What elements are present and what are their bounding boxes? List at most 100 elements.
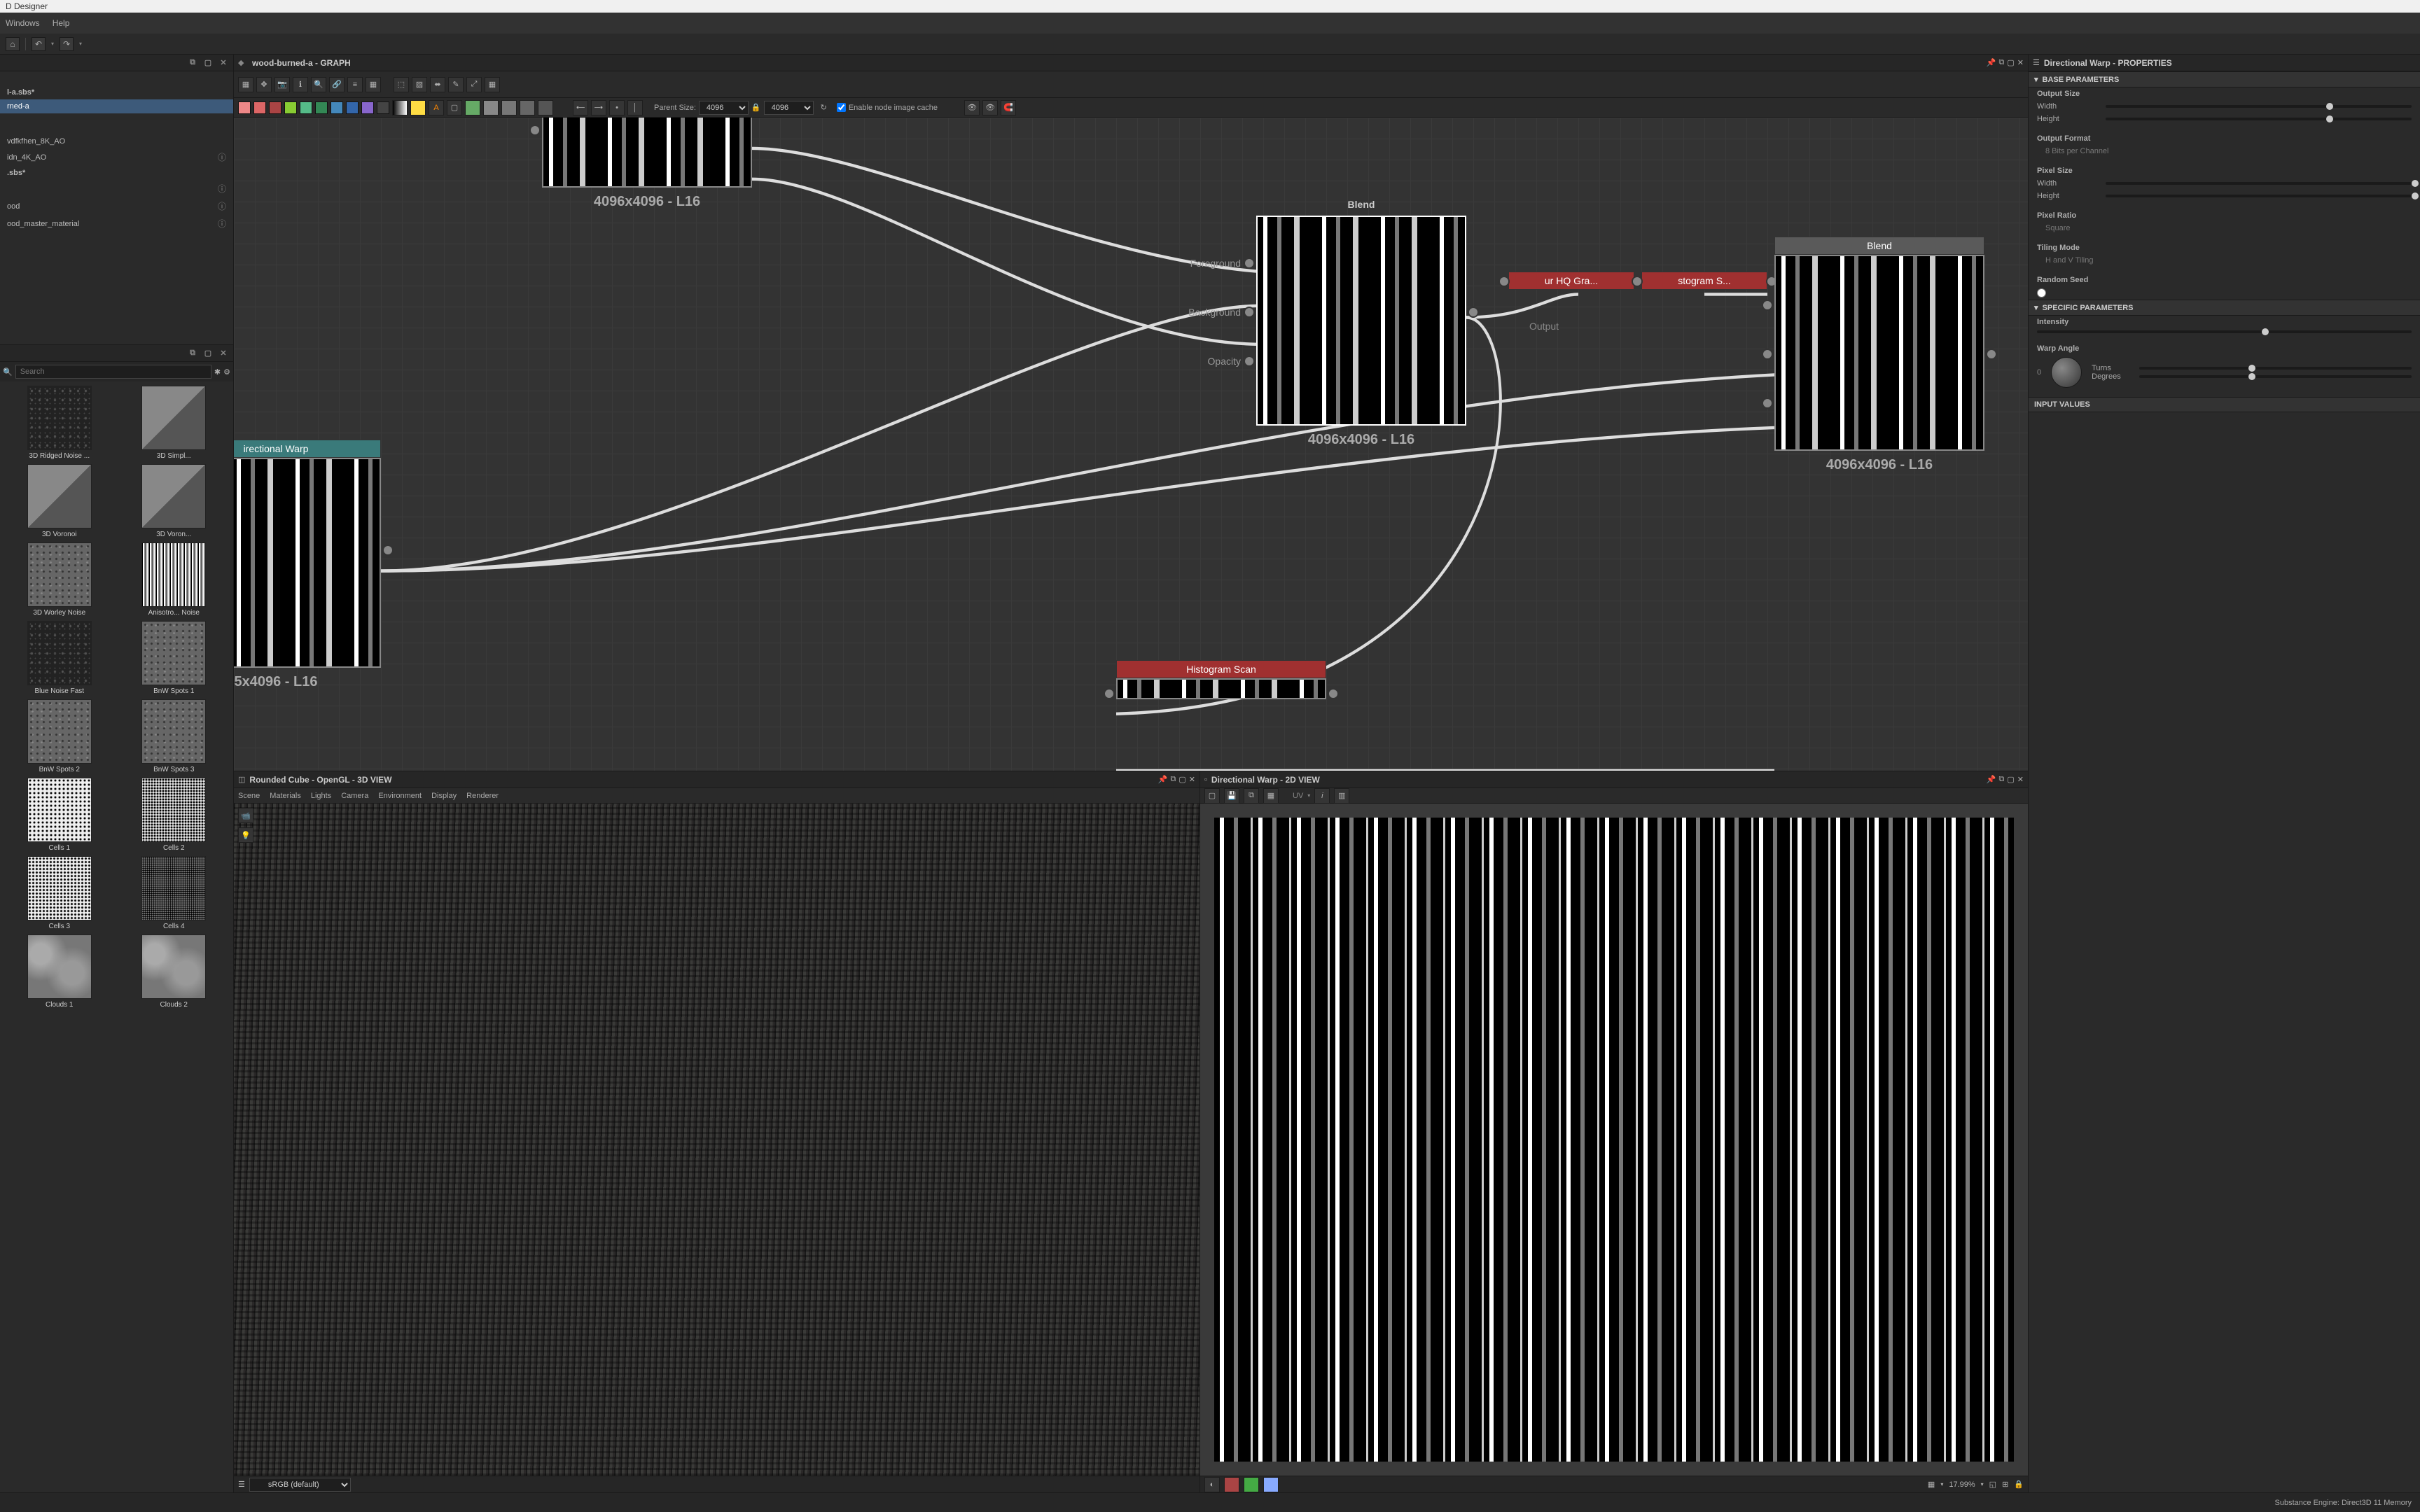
fit-tool-icon[interactable]: ✥ bbox=[256, 77, 272, 92]
zoom-dropdown-icon[interactable]: ▾ bbox=[1981, 1481, 1984, 1488]
dock-icon[interactable]: ⧉ bbox=[1171, 775, 1176, 784]
layers-icon[interactable]: ☰ bbox=[238, 1480, 245, 1489]
redo-icon[interactable]: ↷ bbox=[60, 37, 74, 51]
graph-node-blend[interactable]: Blend 4096x4096 - L16 Foreground Backgro… bbox=[1256, 216, 1466, 426]
base-params-header[interactable]: ▾ BASE PARAMETERS bbox=[2029, 71, 2420, 88]
library-item[interactable]: 3D Simpl... bbox=[119, 386, 230, 460]
crop-icon[interactable]: ◱ bbox=[1989, 1480, 1996, 1489]
explorer-item-selected[interactable]: rned-a bbox=[0, 99, 233, 113]
refresh-icon[interactable]: ↻ bbox=[821, 103, 827, 112]
menu-environment[interactable]: Environment bbox=[378, 792, 422, 800]
text-icon[interactable]: A bbox=[429, 100, 444, 115]
specific-params-header[interactable]: ▾ SPECIFIC PARAMETERS bbox=[2029, 300, 2420, 316]
link4-icon[interactable]: │ bbox=[627, 100, 643, 115]
tool-e-icon[interactable]: ⤢ bbox=[466, 77, 482, 92]
tool-f-icon[interactable]: ▦ bbox=[485, 77, 500, 92]
undo-dropdown-icon[interactable]: ▾ bbox=[51, 41, 54, 47]
grid-toggle-icon[interactable]: ▦ bbox=[1928, 1480, 1935, 1489]
menu-display[interactable]: Display bbox=[431, 792, 457, 800]
graph-canvas[interactable]: 4096x4096 - L16 irectional Warp 5x4096 -… bbox=[234, 118, 2028, 771]
copy-icon[interactable]: ⧉ bbox=[1244, 788, 1259, 804]
grid-icon[interactable]: ▦ bbox=[1263, 788, 1279, 804]
group1-icon[interactable] bbox=[465, 100, 480, 115]
swatch-2[interactable] bbox=[253, 102, 266, 114]
graph-node-histogram-scan[interactable]: Histogram Scan bbox=[1116, 660, 1326, 699]
group5-icon[interactable] bbox=[538, 100, 553, 115]
library-item[interactable]: Cells 3 bbox=[4, 856, 115, 930]
link1-icon[interactable]: •─ bbox=[573, 100, 588, 115]
cache-checkbox[interactable] bbox=[837, 103, 846, 112]
library-item[interactable]: Clouds 1 bbox=[4, 934, 115, 1009]
srgb-dropdown[interactable]: sRGB (default) bbox=[249, 1478, 351, 1492]
cache-checkbox-label[interactable]: Enable node image cache bbox=[837, 103, 938, 112]
pin-icon[interactable]: 📌 bbox=[1987, 775, 1996, 784]
tool-d-icon[interactable]: ✎ bbox=[448, 77, 464, 92]
highlight-icon[interactable] bbox=[410, 100, 426, 115]
frame-icon[interactable]: ▢ bbox=[447, 100, 462, 115]
library-item[interactable]: Anisotro... Noise bbox=[119, 542, 230, 617]
close-icon[interactable]: ✕ bbox=[2017, 58, 2024, 67]
lock-icon[interactable]: 🔒 bbox=[751, 103, 761, 112]
pin-icon[interactable]: 📌 bbox=[1158, 775, 1168, 784]
swatch-5[interactable] bbox=[300, 102, 312, 114]
angle-dial[interactable] bbox=[2051, 357, 2082, 388]
swatch-4[interactable] bbox=[284, 102, 297, 114]
graph-node[interactable]: 4096x4096 - L16 bbox=[542, 118, 752, 188]
library-item[interactable]: BnW Spots 1 bbox=[119, 621, 230, 695]
library-item[interactable]: Cells 1 bbox=[4, 778, 115, 852]
menu-lights[interactable]: Lights bbox=[311, 792, 331, 800]
dock-icon[interactable]: ⧉ bbox=[187, 348, 198, 359]
library-item[interactable]: 3D Ridged Noise ... bbox=[4, 386, 115, 460]
swatch-1[interactable] bbox=[238, 102, 251, 114]
graph-node-blur[interactable]: ur HQ Gra... bbox=[1508, 272, 1634, 290]
explorer-item[interactable]: .sbs* bbox=[0, 166, 233, 180]
info-icon[interactable]: ⓘ bbox=[218, 183, 226, 195]
info-icon[interactable]: ⓘ bbox=[218, 218, 226, 230]
align-icon[interactable]: ≡ bbox=[347, 77, 363, 92]
close-icon[interactable]: ✕ bbox=[218, 348, 229, 359]
close-icon[interactable]: ✕ bbox=[2017, 775, 2024, 784]
select-tool-icon[interactable]: ▦ bbox=[238, 77, 253, 92]
graph-node-histogram[interactable]: stogram S... bbox=[1641, 272, 1767, 290]
gradient-icon[interactable] bbox=[392, 100, 408, 115]
dock-icon[interactable]: ⧉ bbox=[1999, 775, 2005, 784]
library-item[interactable]: 3D Voronoi bbox=[4, 464, 115, 538]
library-search-input[interactable] bbox=[15, 365, 211, 379]
parent-height-dropdown[interactable]: 4096 bbox=[764, 101, 814, 115]
swatch-8[interactable] bbox=[346, 102, 359, 114]
menu-materials[interactable]: Materials bbox=[270, 792, 301, 800]
library-item[interactable]: Cells 2 bbox=[119, 778, 230, 852]
lock-icon[interactable]: 🔒 bbox=[2014, 1480, 2024, 1489]
library-item[interactable]: BnW Spots 2 bbox=[4, 699, 115, 774]
library-item[interactable]: Clouds 2 bbox=[119, 934, 230, 1009]
explorer-item[interactable]: ood_master_materialⓘ bbox=[0, 215, 233, 232]
explorer-item[interactable]: idn_4K_AOⓘ bbox=[0, 148, 233, 166]
camera-icon[interactable]: 📷 bbox=[274, 77, 290, 92]
degrees-slider[interactable] bbox=[2139, 375, 2412, 378]
explorer-item[interactable]: vdfkfhen_8K_AO bbox=[0, 134, 233, 148]
swatch-9[interactable] bbox=[361, 102, 374, 114]
intensity-slider[interactable] bbox=[2037, 330, 2412, 333]
maximize-icon[interactable]: ▢ bbox=[2007, 775, 2014, 784]
random-seed-radio[interactable] bbox=[2037, 288, 2046, 298]
group2-icon[interactable] bbox=[483, 100, 499, 115]
graph-node-directional-warp[interactable]: irectional Warp 5x4096 - L16 bbox=[234, 440, 381, 668]
channel-b-icon[interactable] bbox=[1263, 1477, 1279, 1492]
px-height-slider[interactable] bbox=[2106, 195, 2412, 197]
menu-camera[interactable]: Camera bbox=[341, 792, 368, 800]
tool-b-icon[interactable]: ▨ bbox=[412, 77, 427, 92]
close-icon[interactable]: ✕ bbox=[1189, 775, 1195, 784]
group3-icon[interactable] bbox=[501, 100, 517, 115]
save-icon[interactable]: 💾 bbox=[1224, 788, 1239, 804]
zoom-icon[interactable]: 🔍 bbox=[311, 77, 326, 92]
height-slider[interactable] bbox=[2106, 118, 2412, 120]
menu-renderer[interactable]: Renderer bbox=[466, 792, 499, 800]
library-item[interactable]: 3D Worley Noise bbox=[4, 542, 115, 617]
maximize-icon[interactable]: ▢ bbox=[1178, 775, 1185, 784]
view2-icon[interactable]: 👁 bbox=[982, 100, 998, 115]
histogram-icon[interactable]: ▥ bbox=[1334, 788, 1349, 804]
grid-dropdown-icon[interactable]: ▾ bbox=[1940, 1481, 1943, 1488]
channel-r-icon[interactable] bbox=[1224, 1477, 1239, 1492]
info-icon[interactable]: i bbox=[1314, 788, 1330, 804]
new-icon[interactable]: ▢ bbox=[1204, 788, 1220, 804]
